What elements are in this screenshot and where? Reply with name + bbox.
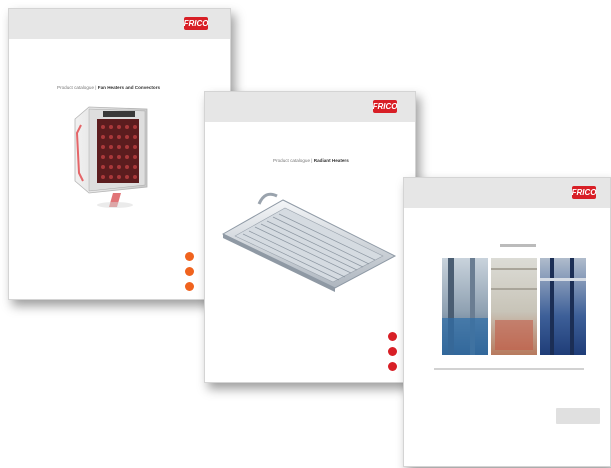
frico-logo: FRICO	[372, 100, 398, 113]
radiant-heater-image	[221, 192, 397, 292]
frico-logo: FRICO	[571, 186, 597, 199]
accent-dot	[185, 267, 194, 276]
industry-photo	[540, 258, 586, 355]
grey-tab	[556, 408, 600, 424]
reference-photo-strip	[442, 258, 586, 355]
catalog-cover-fan-heaters: FRICO Product catalogue | Fan Heaters an…	[8, 8, 231, 300]
catalog-cover-references: FRICO	[403, 177, 611, 467]
frico-logo: FRICO	[183, 17, 209, 30]
accent-dot	[388, 332, 397, 341]
catalog-headline: Product catalogue | Fan Heaters and Conv…	[57, 85, 161, 90]
caption-line	[434, 368, 584, 370]
accent-dot	[388, 362, 397, 371]
catalog-cover-radiant-heaters: FRICO Product catalogue | Radiant Heater…	[204, 91, 416, 383]
headline-title: Radiant Heaters	[313, 158, 349, 163]
headline-title: Fan Heaters and Convectors	[97, 85, 161, 90]
accent-dot	[388, 347, 397, 356]
catalog-headline: Product catalogue | Radiant Heaters	[273, 158, 349, 163]
accent-dots	[388, 332, 397, 371]
sports-hall-photo	[491, 258, 537, 355]
accent-dot	[185, 252, 194, 261]
warehouse-photo	[442, 258, 488, 355]
fan-heater-image	[74, 106, 148, 208]
headline-prefix: Product catalogue	[273, 158, 311, 163]
accent-dot	[185, 282, 194, 291]
catalog-headline	[500, 244, 536, 247]
headline-prefix: Product catalogue	[57, 85, 95, 90]
accent-dots	[185, 252, 194, 291]
